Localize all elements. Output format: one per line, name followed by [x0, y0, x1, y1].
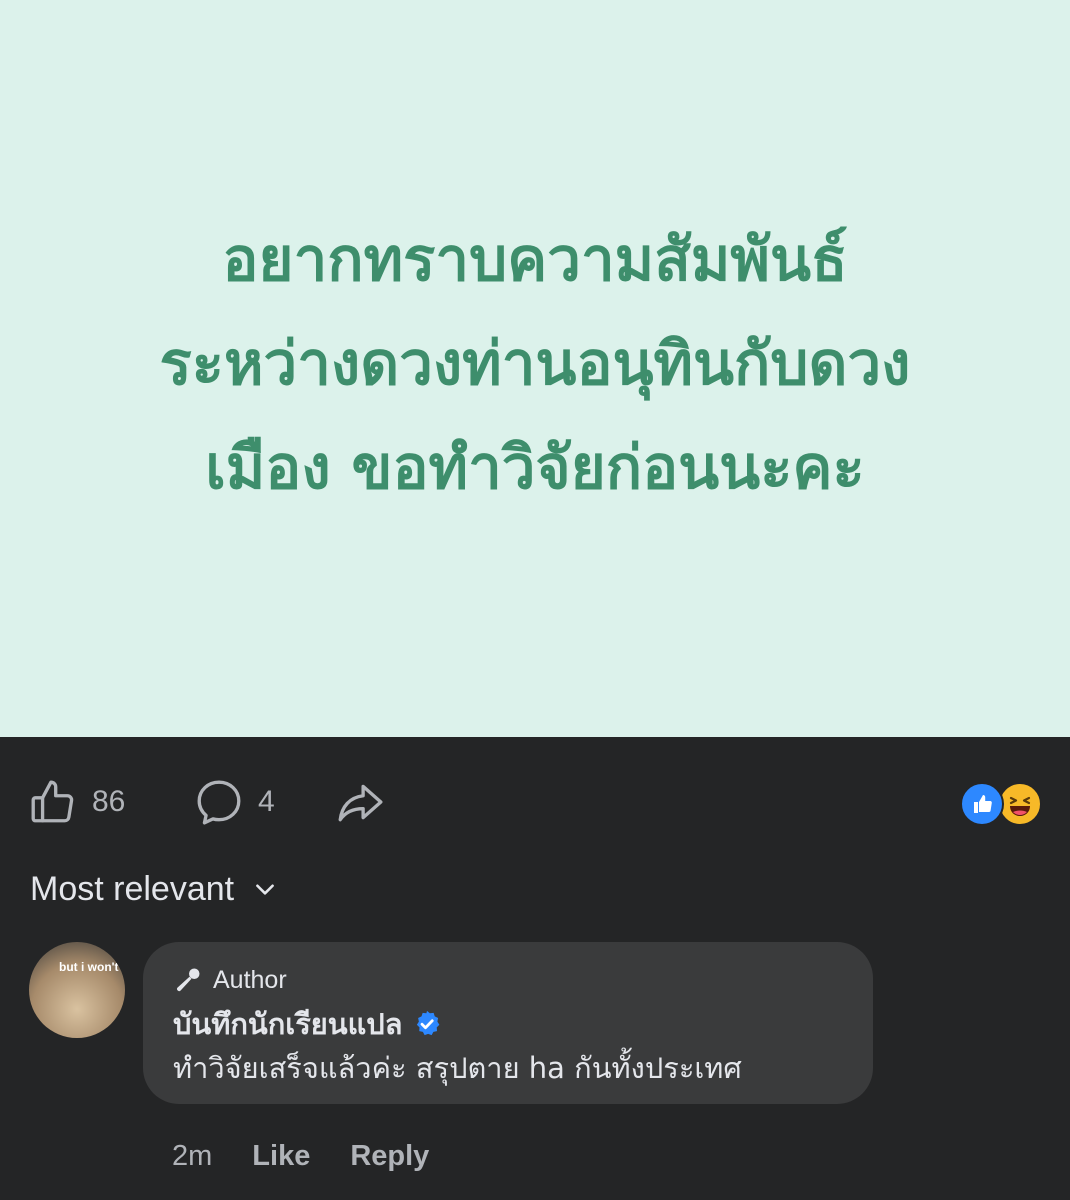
post-text-line: เมือง ขอทำวิจัยก่อนนะคะ [205, 432, 865, 503]
comment-like-button[interactable]: Like [252, 1140, 310, 1173]
comment-bubble: Author บันทึกนักเรียนแปล ทำวิจัยเสร็จแล้… [143, 942, 873, 1104]
comment-count: 4 [258, 785, 275, 818]
like-button[interactable]: 86 [28, 770, 125, 834]
post-card: อยากทราบความสัมพันธ์ ระหว่างดวงท่านอนุทิ… [0, 0, 1070, 737]
sort-label: Most relevant [30, 869, 235, 908]
microphone-icon [176, 968, 200, 992]
thumbs-up-icon [31, 780, 74, 823]
share-button[interactable] [334, 770, 386, 834]
commenter-avatar[interactable]: but i won't [29, 942, 125, 1038]
avatar-caption: but i won't [59, 960, 119, 974]
verified-badge-icon [417, 1010, 440, 1036]
author-badge: Author [173, 962, 287, 998]
like-count: 86 [92, 785, 126, 818]
chevron-down-icon [256, 884, 274, 895]
comment-button[interactable]: 4 [194, 770, 275, 834]
like-reaction-icon [960, 782, 1004, 826]
share-arrow-icon [338, 784, 383, 822]
post-text: อยากทราบความสัมพันธ์ ระหว่างดวงท่านอนุทิ… [75, 208, 995, 520]
author-badge-label: Author [213, 965, 287, 994]
comment-sort-dropdown[interactable]: Most relevant [30, 866, 278, 912]
haha-reaction-icon [998, 782, 1042, 826]
author-name[interactable]: บันทึกนักเรียนแปล [173, 1001, 402, 1047]
post-text-line: ระหว่างดวงท่านอนุทินกับดวง [159, 328, 911, 399]
comment-author[interactable]: บันทึกนักเรียนแปล [173, 1004, 442, 1044]
comment-meta: 2m Like Reply [172, 1134, 429, 1178]
comment-reply-button[interactable]: Reply [350, 1140, 429, 1173]
comment-text: ทำวิจัยเสร็จแล้วค่ะ สรุปตาย ha กันทั้งปร… [173, 1051, 742, 1085]
comment-timestamp[interactable]: 2m [172, 1140, 212, 1173]
reaction-summary[interactable] [960, 782, 1042, 826]
comment-bubble-icon [197, 780, 241, 825]
post-action-bar: 86 4 [0, 770, 1070, 834]
post-text-line: อยากทราบความสัมพันธ์ [222, 224, 848, 295]
